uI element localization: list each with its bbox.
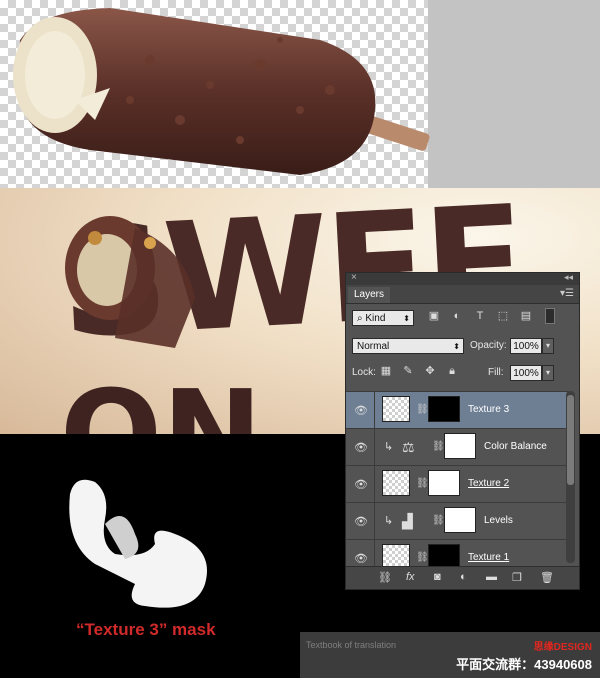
fill-dropdown[interactable]: ▾ <box>542 365 554 381</box>
fill-input[interactable]: 100% <box>510 365 542 381</box>
divider <box>374 392 375 428</box>
image-filter-icon[interactable]: ▣ <box>428 310 440 322</box>
divider <box>374 429 375 465</box>
blend-mode-value: Normal <box>357 341 390 352</box>
filter-toggle[interactable] <box>545 308 555 324</box>
lock-row: Lock: ▦ ✎ ✥ 🔒︎ Fill: 100% ▾ <box>346 360 579 386</box>
texture-3-mask-shape <box>69 479 208 608</box>
layer-name[interactable]: Texture 1 <box>468 552 509 563</box>
ice-cream-letter-texture <box>65 216 195 348</box>
watermark-brand: 思缘DESIGN <box>533 642 592 653</box>
layer-thumbnail <box>382 396 410 422</box>
lock-transparency-icon[interactable]: ▦ <box>380 365 392 377</box>
new-group-icon[interactable]: ▬ <box>486 571 497 583</box>
link-icon[interactable]: ⛓︎ <box>432 515 445 526</box>
fill-label: Fill: <box>488 367 504 378</box>
opacity-label: Opacity: <box>470 340 507 351</box>
shape-filter-icon[interactable]: ⬚ <box>497 310 509 322</box>
adjustment-filter-icon[interactable]: ◐ <box>451 310 463 322</box>
eye-icon[interactable]: 👁︎ <box>354 552 368 565</box>
clip-arrow-icon: ↳ <box>384 515 394 527</box>
filter-kind-label: Kind <box>365 313 386 324</box>
tab-layers[interactable]: Layers <box>348 287 391 303</box>
add-mask-icon[interactable]: ◙ <box>434 571 441 583</box>
layer-name[interactable]: Levels <box>484 515 513 526</box>
watermark-banner: Textbook of translation 思缘DESIGN 平面交流群：4… <box>300 632 600 678</box>
eye-icon[interactable]: 👁︎ <box>354 515 368 528</box>
mask-thumbnail[interactable] <box>428 396 460 422</box>
mask-thumbnail[interactable] <box>428 470 460 496</box>
link-icon[interactable]: ⛓︎ <box>416 552 429 563</box>
smart-object-filter-icon[interactable]: ▤ <box>520 310 532 322</box>
layer-row-texture-2[interactable]: 👁︎ ⛓︎ Texture 2 <box>346 465 568 502</box>
layers-list: 👁︎ ⛓︎ Texture 3 👁︎ ↳ ⚖ ⛓︎ Color Balance … <box>346 391 568 576</box>
levels-icon: ▟ <box>402 513 413 529</box>
lock-position-icon[interactable]: ✥ <box>424 365 436 377</box>
fx-icon[interactable]: fx <box>406 571 415 583</box>
filter-row: ⌕ Kind ⬍ ▣ ◐ T ⬚ ▤ <box>346 304 579 332</box>
divider <box>374 466 375 502</box>
layers-scrollbar[interactable] <box>566 391 575 563</box>
scrollbar-thumb[interactable] <box>567 395 574 485</box>
mask-thumbnail[interactable] <box>444 433 476 459</box>
layer-name[interactable]: Texture 3 <box>468 404 509 415</box>
watermark-group: 平面交流群：43940608 <box>456 657 592 672</box>
divider <box>374 503 375 539</box>
clip-arrow-icon: ↳ <box>384 441 394 453</box>
eye-icon[interactable]: 👁︎ <box>354 441 368 454</box>
lock-label: Lock: <box>352 367 376 378</box>
panel-tabbar: Layers ▾☰ <box>346 285 579 304</box>
lock-all-icon[interactable]: 🔒︎ <box>446 365 458 377</box>
eye-icon[interactable]: 👁︎ <box>354 478 368 491</box>
collapse-icon[interactable]: ◂◂ <box>564 272 573 283</box>
layer-row-color-balance[interactable]: 👁︎ ↳ ⚖ ⛓︎ Color Balance <box>346 428 568 465</box>
layers-panel: × ◂◂ Layers ▾☰ ⌕ Kind ⬍ ▣ ◐ T ⬚ ▤ Normal… <box>345 272 580 590</box>
mask-thumbnail[interactable] <box>444 507 476 533</box>
close-icon[interactable]: × <box>351 272 357 283</box>
opacity-dropdown[interactable]: ▾ <box>542 338 554 354</box>
eye-icon[interactable]: 👁︎ <box>354 404 368 417</box>
blend-mode-select[interactable]: Normal ⬍ <box>352 338 464 354</box>
watermark-left-text: Textbook of translation <box>306 640 397 650</box>
blend-row: Normal ⬍ Opacity: 100% ▾ <box>346 332 579 360</box>
type-filter-icon[interactable]: T <box>474 310 486 322</box>
chevron-updown-icon: ⬍ <box>453 342 460 351</box>
color-balance-icon: ⚖ <box>402 439 415 455</box>
link-icon[interactable]: ⛓︎ <box>432 441 445 452</box>
panel-bottom-bar: ⛓︎ fx ◙ ◐ ▬ ❐ 🗑︎ <box>346 566 579 589</box>
filter-kind-select[interactable]: ⌕ Kind ⬍ <box>352 310 414 326</box>
link-layers-icon[interactable]: ⛓︎ <box>378 571 392 584</box>
panel-titlebar: × ◂◂ <box>346 272 579 285</box>
mask-caption: “Texture 3” mask <box>76 620 216 639</box>
transparent-canvas-area <box>0 0 600 188</box>
link-icon[interactable]: ⛓︎ <box>416 404 429 415</box>
lock-pixels-icon[interactable]: ✎ <box>402 365 414 377</box>
panel-menu-icon[interactable]: ▾☰ <box>560 288 574 299</box>
layer-name[interactable]: Texture 2 <box>468 478 509 489</box>
new-adjustment-icon[interactable]: ◐ <box>460 571 467 583</box>
opacity-input[interactable]: 100% <box>510 338 542 354</box>
new-layer-icon[interactable]: ❐ <box>512 571 522 584</box>
delete-layer-icon[interactable]: 🗑︎ <box>540 571 554 584</box>
layer-name[interactable]: Color Balance <box>484 441 547 452</box>
link-icon[interactable]: ⛓︎ <box>416 478 429 489</box>
chevron-updown-icon: ⬍ <box>403 314 410 323</box>
headline-bottom-text: ON <box>60 376 262 435</box>
layer-row-texture-3[interactable]: 👁︎ ⛓︎ Texture 3 <box>346 391 568 428</box>
layer-thumbnail <box>382 470 410 496</box>
layer-row-levels[interactable]: 👁︎ ↳ ▟ ⛓︎ Levels <box>346 502 568 539</box>
ice-cream-bar-image <box>13 8 430 175</box>
